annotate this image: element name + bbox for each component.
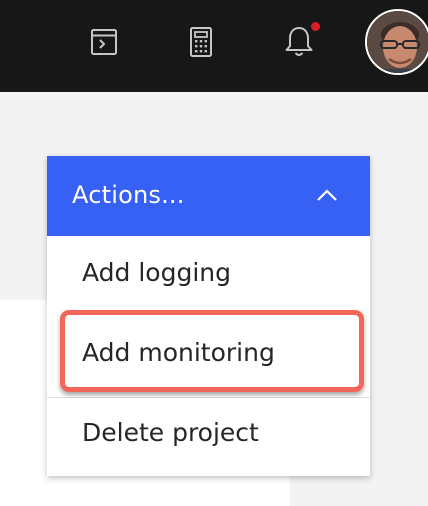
actions-dropdown-title: Actions... — [72, 181, 185, 209]
menu-item-delete-project[interactable]: Delete project — [47, 396, 370, 476]
top-navigation-bar — [0, 0, 428, 92]
actions-dropdown-toggle[interactable]: Actions... — [47, 156, 370, 236]
notification-indicator — [311, 22, 320, 31]
menu-item-add-monitoring[interactable]: Add monitoring — [47, 316, 370, 396]
menu-item-label: Delete project — [82, 418, 259, 447]
chevron-up-icon — [317, 189, 337, 201]
actions-dropdown-menu: Actions... Add logging Add monitoring De… — [47, 156, 370, 476]
avatar[interactable] — [365, 9, 428, 75]
background-panel — [0, 476, 290, 506]
notification-bell-icon[interactable] — [283, 26, 315, 58]
menu-item-add-logging[interactable]: Add logging — [47, 236, 370, 316]
terminal-icon[interactable] — [88, 26, 120, 58]
menu-item-label: Add logging — [82, 258, 231, 287]
calculator-icon[interactable] — [185, 26, 217, 58]
menu-item-label: Add monitoring — [82, 338, 275, 367]
